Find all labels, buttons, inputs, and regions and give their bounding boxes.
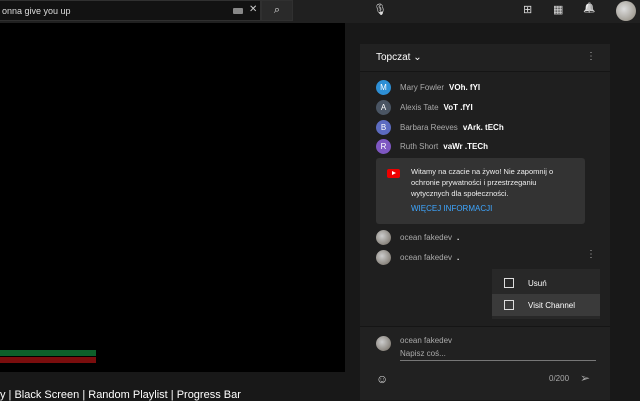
chat-header: Topczat ⌄ ⋮ (360, 44, 610, 72)
message-author[interactable]: ocean fakedev (400, 233, 452, 242)
emoji-icon[interactable]: ☺ (376, 372, 388, 386)
send-icon[interactable]: ➢ (580, 371, 590, 385)
apps-grid-icon[interactable]: ▦ (553, 3, 563, 16)
chat-mode-dropdown[interactable]: Topczat ⌄ (376, 52, 422, 63)
progress-bar-green (0, 350, 96, 356)
account-avatar[interactable] (616, 1, 636, 21)
message-author[interactable]: Ruth Short (400, 142, 438, 151)
avatar: B (376, 119, 391, 135)
avatar (376, 336, 391, 351)
menu-item-delete[interactable]: Usuń (492, 272, 600, 294)
message-text: VOh. fYI (449, 82, 481, 92)
avatar (376, 249, 391, 265)
create-video-icon[interactable]: ⊞ (523, 3, 532, 16)
chat-input-area: ocean fakedev Napisz coś... ☺ 0/200 ➢ (360, 326, 610, 400)
trash-icon (504, 278, 514, 288)
more-options-icon[interactable]: ⋮ (586, 51, 596, 62)
notifications-bell-icon[interactable]: 🔔 (583, 3, 595, 14)
more-info-link[interactable]: WIĘCEJ INFORMACJI (411, 204, 492, 213)
chat-mode-label: Topczat (376, 52, 411, 63)
chevron-down-icon: ⌄ (413, 52, 422, 63)
search-input[interactable]: onna give you up ✕ (0, 0, 261, 21)
notice-text: Witamy na czacie na żywo! Nie zapomnij o… (411, 167, 554, 198)
clear-search-icon[interactable]: ✕ (249, 4, 257, 15)
search-query: onna give you up (2, 6, 71, 16)
avatar: A (376, 99, 391, 115)
keyboard-icon[interactable] (233, 8, 243, 14)
message-author[interactable]: Barbara Reeves (400, 123, 458, 132)
video-player[interactable] (0, 23, 345, 372)
message-text: vArk. tECh (462, 122, 504, 132)
message-author[interactable]: Mary Fowler (400, 83, 444, 92)
search-icon: ⌕ (273, 4, 281, 16)
youtube-logo-icon (387, 169, 400, 178)
chat-message: R Ruth Short vaWr .TECh (376, 138, 488, 154)
chat-message: A Alexis Tate VoT .fYI (376, 99, 473, 115)
message-text: . (457, 252, 460, 262)
chat-message: ocean fakedev. (376, 249, 460, 265)
message-options-icon[interactable]: ⋮ (586, 249, 596, 260)
message-text: . (457, 232, 460, 242)
message-author[interactable]: Alexis Tate (400, 103, 439, 112)
input-author: ocean fakedev (400, 336, 453, 345)
search-button[interactable]: ⌕ (261, 0, 293, 21)
top-bar: onna give you up ✕ ⌕ 🎙 ⊞ ▦ 🔔 (0, 0, 640, 23)
chat-message-input[interactable]: Napisz coś... (400, 349, 596, 361)
avatar (376, 229, 391, 245)
menu-item-visit-channel[interactable]: Visit Channel (492, 294, 600, 316)
progress-bar-red (0, 357, 96, 363)
chat-message: B Barbara Reeves vArk. tECh (376, 119, 504, 135)
avatar: M (376, 79, 391, 95)
live-chat-panel: Topczat ⌄ ⋮ M Mary Fowler VOh. fYI A Alexis… (360, 44, 610, 400)
message-text: vaWr .TECh (443, 141, 488, 151)
welcome-notice: Witamy na czacie na żywo! Nie zapomnij o… (376, 158, 585, 224)
avatar: R (376, 138, 391, 154)
char-count: 0/200 (549, 374, 570, 383)
chat-message: M Mary Fowler VOh. fYI (376, 79, 481, 95)
mic-icon[interactable]: 🎙 (373, 3, 387, 16)
message-author[interactable]: ocean fakedev (400, 253, 452, 262)
menu-item-label: Visit Channel (528, 300, 575, 310)
message-context-menu: Usuń Visit Channel (492, 269, 600, 319)
menu-item-label: Usuń (528, 278, 547, 288)
chat-message: ocean fakedev. (376, 229, 460, 245)
person-icon (504, 300, 514, 310)
video-title: y | Black Screen | Random Playlist | Pro… (0, 389, 241, 401)
message-text: VoT .fYI (443, 102, 473, 112)
